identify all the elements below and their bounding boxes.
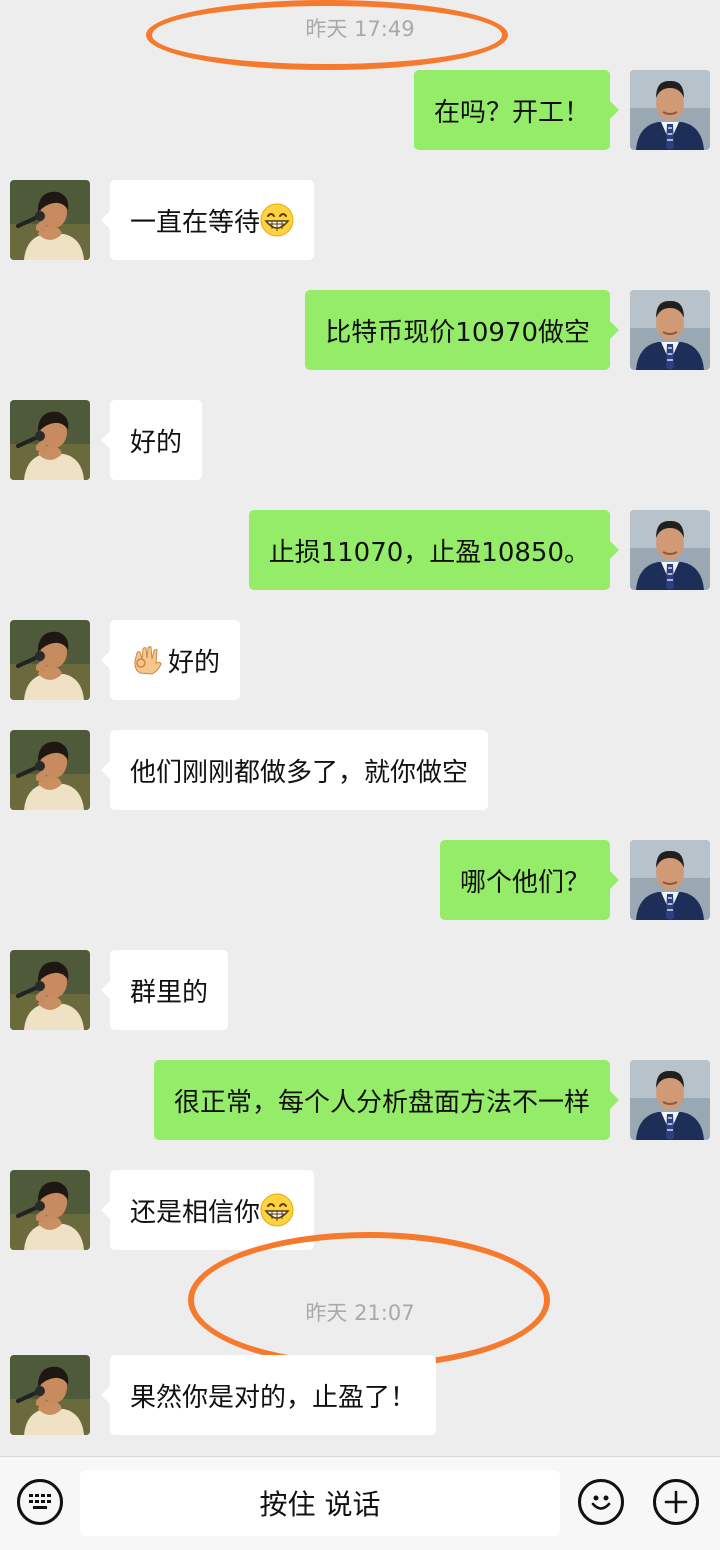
message-bubble[interactable]: 止损11070，止盈10850。 [248, 510, 620, 590]
message-bubble[interactable]: 他们刚刚都做多了，就你做空 [100, 730, 489, 810]
message-text: 好的 [130, 427, 183, 458]
message-row: 群里的 [0, 950, 720, 1030]
message-text: 果然你是对的，止盈了！ [130, 1382, 417, 1413]
message-text: 一直在等待 [130, 207, 261, 238]
hold-to-talk-button[interactable]: 按住 说话 [80, 1470, 560, 1536]
message-bubble[interactable]: 哪个他们？ [439, 840, 620, 920]
message-row: 一直在等待 [0, 180, 720, 260]
input-bar: 按住 说话 [0, 1456, 720, 1550]
message-text: 他们刚刚都做多了，就你做空 [130, 757, 469, 788]
avatar[interactable] [630, 1060, 710, 1140]
ok-hand-emoji-icon [130, 643, 164, 677]
message-bubble[interactable]: 在吗？开工！ [413, 70, 620, 150]
avatar[interactable] [10, 1170, 90, 1250]
avatar[interactable] [10, 620, 90, 700]
plus-icon[interactable] [653, 1479, 699, 1525]
avatar[interactable] [630, 70, 710, 150]
message-text: 在吗？开工！ [433, 97, 590, 128]
grin-emoji-icon [260, 203, 294, 237]
message-bubble[interactable]: 群里的 [100, 950, 229, 1030]
timestamp-1: 昨天 17:49 [305, 17, 415, 41]
avatar[interactable] [630, 510, 710, 590]
avatar[interactable] [10, 1355, 90, 1435]
message-text: 比特币现价10970做空 [325, 317, 590, 348]
message-bubble[interactable]: 还是相信你 [100, 1170, 315, 1250]
message-text: 好的 [168, 647, 221, 678]
message-row: 在吗？开工！ [0, 70, 720, 150]
message-row: 很正常，每个人分析盘面方法不一样 [0, 1060, 720, 1140]
message-bubble[interactable]: 一直在等待 [100, 180, 315, 260]
message-bubble[interactable]: 果然你是对的，止盈了！ [100, 1355, 437, 1435]
avatar[interactable] [630, 290, 710, 370]
message-row: 比特币现价10970做空 [0, 290, 720, 370]
message-row: 好的 [0, 620, 720, 700]
message-bubble[interactable]: 比特币现价10970做空 [305, 290, 619, 370]
message-row: 果然你是对的，止盈了！ [0, 1355, 720, 1435]
message-text: 很正常，每个人分析盘面方法不一样 [173, 1087, 590, 1118]
avatar[interactable] [10, 730, 90, 810]
avatar[interactable] [10, 400, 90, 480]
message-text: 哪个他们？ [459, 867, 590, 898]
message-row: 止损11070，止盈10850。 [0, 510, 720, 590]
timestamp-2: 昨天 21:07 [305, 1301, 415, 1325]
message-bubble[interactable]: 好的 [100, 620, 241, 700]
grin-emoji-icon [260, 1193, 294, 1227]
avatar[interactable] [10, 180, 90, 260]
message-bubble[interactable]: 很正常，每个人分析盘面方法不一样 [153, 1060, 620, 1140]
avatar[interactable] [630, 840, 710, 920]
message-text: 止损11070，止盈10850。 [268, 537, 590, 568]
message-text: 还是相信你 [130, 1197, 261, 1228]
message-row: 他们刚刚都做多了，就你做空 [0, 730, 720, 810]
message-text: 群里的 [130, 977, 209, 1008]
emoji-icon[interactable] [578, 1479, 624, 1525]
keyboard-icon[interactable] [17, 1479, 63, 1525]
message-row: 好的 [0, 400, 720, 480]
message-bubble[interactable]: 好的 [100, 400, 203, 480]
message-row: 哪个他们？ [0, 840, 720, 920]
avatar[interactable] [10, 950, 90, 1030]
